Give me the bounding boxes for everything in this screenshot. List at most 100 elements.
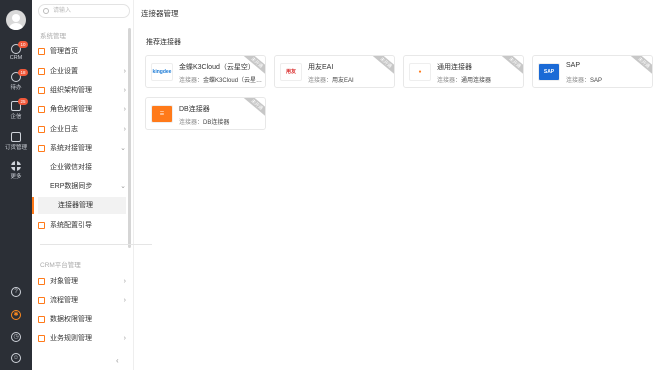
- rail-item-todo[interactable]: 18 待办: [0, 69, 32, 91]
- integration-icon: [38, 145, 45, 152]
- rule-icon: [38, 335, 45, 342]
- connector-card-generic[interactable]: ● 通用连接器 连接器：通用连接器 未开通: [403, 55, 524, 88]
- connector-sub: 连接器：通用连接器: [437, 75, 491, 84]
- permission-icon: [38, 316, 45, 323]
- rail-item-orders[interactable]: 订货管理: [0, 132, 32, 151]
- connector-value: 金蝶K3Cloud（云星…: [203, 78, 263, 84]
- section-title: 推荐连接器: [146, 39, 181, 46]
- connector-prefix: 连接器：: [308, 78, 333, 84]
- nav-item-flows[interactable]: 流程管理 ›: [38, 292, 126, 309]
- admin-settings-button[interactable]: ✱: [0, 310, 32, 320]
- connector-name: DB连接器: [179, 106, 210, 113]
- connector-value: 通用连接器: [461, 78, 492, 84]
- todo-badge: 18: [18, 69, 28, 76]
- yonyou-logo: 用友: [280, 63, 302, 81]
- nav-item-roles[interactable]: 角色权限管理 ›: [38, 101, 126, 118]
- nav-item-org[interactable]: 组织架构管理 ›: [38, 82, 126, 99]
- connector-value: SAP: [590, 78, 603, 84]
- search-placeholder: 请输入: [53, 8, 72, 14]
- connector-name: 通用连接器: [437, 64, 472, 71]
- nav-group-crm: CRM平台管理: [40, 262, 81, 269]
- nav-item-integration[interactable]: 系统对接管理 ⌄: [38, 140, 126, 157]
- clock-icon: ◷: [11, 332, 21, 342]
- settings-icon: ✱: [11, 310, 21, 320]
- object-icon: [38, 278, 45, 285]
- database-icon: ☰: [151, 105, 173, 123]
- sap-logo: SAP: [538, 63, 560, 81]
- crm-badge: 10: [18, 41, 28, 48]
- chevron-down-icon: ⌄: [120, 145, 126, 152]
- rail-item-chat[interactable]: 25 企信: [0, 98, 32, 120]
- connector-prefix: 连接器：: [566, 78, 591, 84]
- nav-scrollbar[interactable]: [128, 28, 131, 248]
- avatar[interactable]: [6, 10, 26, 30]
- connector-card-sap[interactable]: SAP SAP 连接器：SAP 未开通: [532, 55, 653, 88]
- chevron-right-icon: ›: [123, 68, 126, 75]
- chevron-right-icon: ›: [123, 87, 126, 94]
- rail-item-more[interactable]: 更多: [0, 161, 32, 180]
- nav-item-objects[interactable]: 对象管理 ›: [38, 273, 126, 290]
- search-icon: [43, 8, 49, 14]
- rail-item-crm[interactable]: 10 CRM: [0, 41, 32, 61]
- orders-icon: [11, 132, 21, 142]
- nav-item-erp-sync[interactable]: ERP数据同步 ⌄: [38, 178, 126, 195]
- nav-label: 企业设置: [50, 68, 78, 75]
- role-icon: [38, 106, 45, 113]
- generic-connector-icon: ●: [409, 63, 431, 81]
- collapse-nav-button[interactable]: ‹: [116, 356, 119, 365]
- company-icon: [38, 68, 45, 75]
- history-button[interactable]: ◷: [0, 332, 32, 342]
- connector-card-yonyou[interactable]: 用友 用友EAI 连接器：用友EAI 未开通: [274, 55, 395, 88]
- connector-name: 金蝶K3Cloud（云星空）: [179, 64, 255, 71]
- chevron-down-icon: ⌄: [120, 183, 126, 190]
- nav-item-setup-guide[interactable]: 系统配置引导: [38, 217, 126, 234]
- contacts-button[interactable]: ☺: [0, 353, 32, 363]
- chevron-right-icon: ›: [123, 126, 126, 133]
- nav-label: 企业微信对接: [50, 164, 92, 171]
- rail-label-crm: CRM: [9, 55, 23, 61]
- status-ribbon: 未开通: [368, 56, 394, 79]
- connector-name: 用友EAI: [308, 64, 334, 71]
- help-button[interactable]: ?: [0, 287, 32, 297]
- nav-label: 组织架构管理: [50, 87, 92, 94]
- connector-prefix: 连接器：: [437, 78, 462, 84]
- admin-nav: 请输入 系统管理 管理首页 企业设置 › 组织架构管理 › 角色权限管理 › 企业日志…: [32, 0, 152, 370]
- status-ribbon: 未开通: [626, 56, 652, 79]
- chat-badge: 25: [18, 98, 28, 105]
- nav-label: 管理首页: [50, 48, 78, 55]
- connector-prefix: 连接器：: [179, 78, 204, 84]
- app-rail: 10 CRM 18 待办 25 企信 订货管理 更多 ? ✱ ◷ ☺: [0, 0, 32, 370]
- guide-icon: [38, 222, 45, 229]
- nav-label: 系统配置引导: [50, 222, 92, 229]
- home-icon: [38, 48, 45, 55]
- rail-label-orders: 订货管理: [4, 145, 27, 151]
- kingdee-logo: kingdee: [151, 63, 173, 81]
- connector-name: SAP: [566, 62, 581, 69]
- status-ribbon: 未开通: [497, 56, 523, 79]
- connector-value: DB连接器: [203, 120, 230, 126]
- nav-item-logs[interactable]: 企业日志 ›: [38, 121, 126, 138]
- connector-card-db[interactable]: ☰ DB连接器 连接器：DB连接器 未开通: [145, 97, 266, 130]
- nav-item-connectors[interactable]: 连接器管理: [32, 197, 126, 214]
- chevron-right-icon: ›: [123, 297, 126, 304]
- nav-item-wecom[interactable]: 企业微信对接: [38, 159, 126, 176]
- nav-item-home[interactable]: 管理首页: [38, 43, 126, 60]
- nav-item-business-rules[interactable]: 业务规则管理 ›: [38, 330, 126, 347]
- connector-card-kingdee[interactable]: kingdee 金蝶K3Cloud（云星空） 连接器：金蝶K3Cloud（云星……: [145, 55, 266, 88]
- nav-item-data-permissions[interactable]: 数据权限管理: [38, 311, 126, 328]
- nav-label: 流程管理: [50, 297, 78, 304]
- nav-label: 连接器管理: [58, 202, 93, 209]
- nav-item-company-settings[interactable]: 企业设置 ›: [38, 63, 126, 80]
- grid-icon: [11, 161, 21, 171]
- chevron-left-icon: ‹: [116, 356, 119, 365]
- connector-sub: 连接器：用友EAI: [308, 75, 354, 84]
- search-input[interactable]: 请输入: [38, 4, 130, 18]
- connector-prefix: 连接器：: [179, 120, 204, 126]
- rail-label-chat: 企信: [10, 114, 22, 120]
- rail-label-todo: 待办: [10, 85, 22, 91]
- nav-label: 系统对接管理: [50, 145, 92, 152]
- chevron-right-icon: ›: [123, 335, 126, 342]
- help-icon: ?: [11, 287, 21, 297]
- chevron-right-icon: ›: [123, 278, 126, 285]
- nav-label: ERP数据同步: [50, 183, 93, 190]
